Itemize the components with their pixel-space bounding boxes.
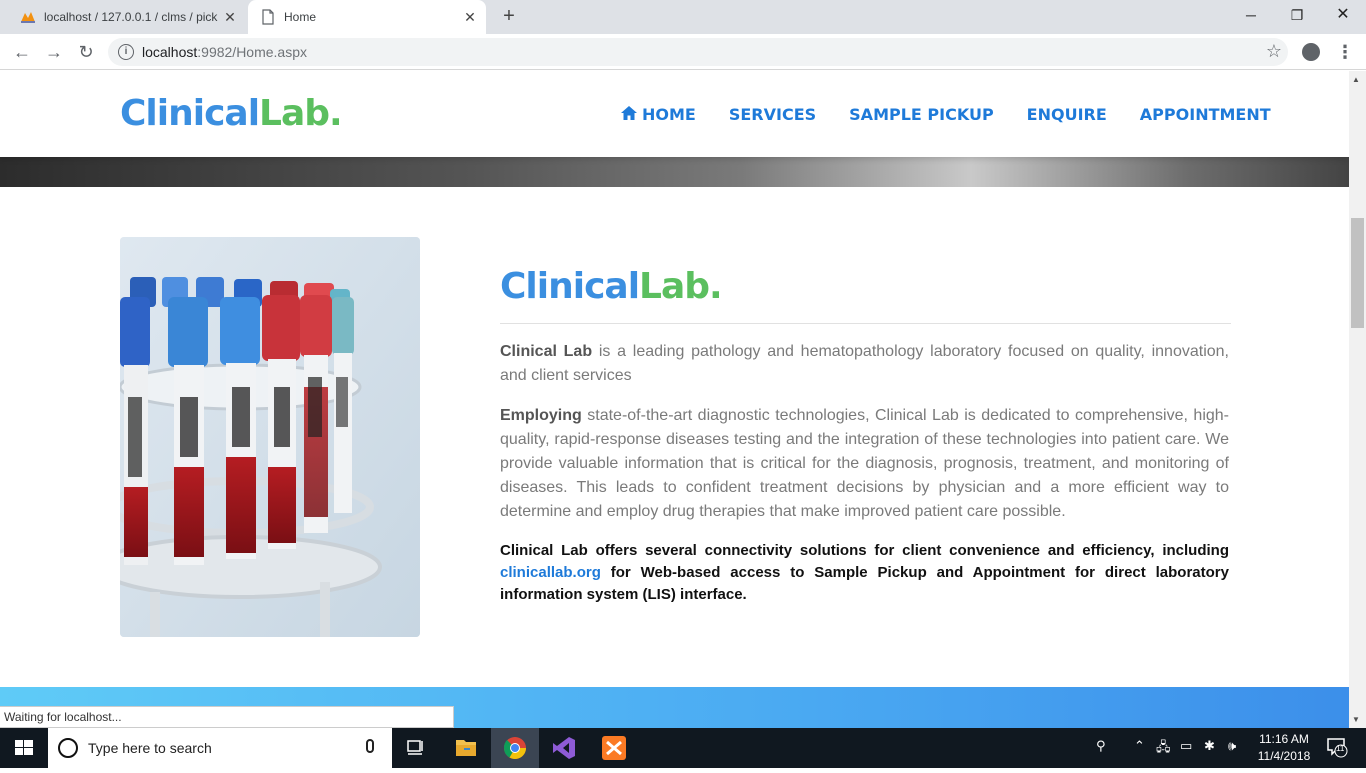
page-scrollbar[interactable]: ▲ ▼ xyxy=(1349,71,1366,728)
page-icon xyxy=(262,9,274,25)
tab-title: localhost / 127.0.0.1 / clms / pick xyxy=(44,10,218,24)
site-header: ClinicalLab. HOME SERVICES SAMPLE PICKUP… xyxy=(0,71,1349,157)
about-paragraph-1: Clinical Lab is a leading pathology and … xyxy=(500,343,1229,384)
blood-sample-tubes-image xyxy=(120,237,420,637)
xampp-icon xyxy=(602,736,626,760)
clock-date: 11/4/2018 xyxy=(1257,749,1311,763)
home-icon xyxy=(621,106,637,120)
profile-avatar-icon[interactable] xyxy=(1302,43,1320,61)
network-drive-icon[interactable]: 🖧 xyxy=(1156,738,1171,760)
close-window-button[interactable]: ✕ xyxy=(1320,0,1366,30)
scroll-thumb[interactable] xyxy=(1351,218,1364,328)
browser-status-bubble: Waiting for localhost... xyxy=(0,706,454,728)
main-nav: HOME SERVICES SAMPLE PICKUP ENQUIRE APPO… xyxy=(620,105,1271,124)
nav-enquire[interactable]: ENQUIRE xyxy=(1027,105,1107,124)
folder-icon xyxy=(456,740,476,756)
chrome-icon xyxy=(503,737,526,759)
nav-sample-pickup[interactable]: SAMPLE PICKUP xyxy=(849,105,994,124)
microphone-icon[interactable] xyxy=(366,739,374,753)
tab-phpmyadmin[interactable]: localhost / 127.0.0.1 / clms / pick ✕ xyxy=(8,0,246,34)
forward-button[interactable]: → xyxy=(42,40,66,64)
tab-title: Home xyxy=(284,10,317,24)
cortana-icon xyxy=(58,738,78,758)
minimize-button[interactable]: ─ xyxy=(1228,0,1274,30)
nav-home[interactable]: HOME xyxy=(620,105,696,124)
wifi-icon[interactable]: ✱ xyxy=(1204,738,1215,754)
back-button[interactable]: ← xyxy=(10,40,34,64)
address-bar[interactable]: i localhost:9982/Home.aspx ☆ xyxy=(108,38,1288,66)
taskbar-clock[interactable]: 11:16 AM 11/4/2018 xyxy=(1248,731,1320,765)
reload-button[interactable]: ↻ xyxy=(74,40,98,64)
nav-appointment[interactable]: APPOINTMENT xyxy=(1140,105,1271,124)
browser-toolbar: ← → ↻ i localhost:9982/Home.aspx ☆ ⋮ xyxy=(0,34,1366,70)
about-logo: ClinicalLab. xyxy=(500,266,723,307)
notification-count: 11 xyxy=(1336,744,1345,753)
divider xyxy=(500,323,1231,324)
info-icon[interactable]: i xyxy=(118,44,134,60)
about-paragraph-2: Employing state-of-the-art diagnostic te… xyxy=(500,407,1229,520)
nav-services[interactable]: SERVICES xyxy=(729,105,816,124)
close-tab-icon[interactable]: ✕ xyxy=(460,9,480,26)
taskbar-chrome[interactable] xyxy=(491,728,539,768)
clinicallab-link[interactable]: clinicallab.org xyxy=(500,564,601,581)
about-section: ClinicalLab. Clinical Lab is a leading p… xyxy=(500,261,1231,606)
scroll-up-arrow-icon[interactable]: ▲ xyxy=(1352,75,1360,84)
taskbar-search-box[interactable]: Type here to search xyxy=(48,728,392,768)
taskbar-xampp[interactable] xyxy=(590,728,638,768)
clock-time: 11:16 AM xyxy=(1259,732,1309,746)
tab-home[interactable]: Home ✕ xyxy=(248,0,486,34)
taskbar-visual-studio[interactable] xyxy=(540,728,588,768)
action-center-icon[interactable]: 11 xyxy=(1326,736,1348,761)
bookmark-star-icon[interactable]: ☆ xyxy=(1266,41,1282,62)
task-view-button[interactable] xyxy=(392,728,440,768)
close-tab-icon[interactable]: ✕ xyxy=(220,9,240,26)
people-icon[interactable]: ⚲ xyxy=(1096,738,1106,754)
scroll-down-arrow-icon[interactable]: ▼ xyxy=(1352,715,1360,724)
start-button[interactable] xyxy=(0,728,48,768)
show-hidden-icons-chevron-icon[interactable]: ⌃ xyxy=(1134,738,1145,754)
windows-logo-icon xyxy=(15,740,33,755)
phpmyadmin-favicon-icon xyxy=(21,12,35,23)
browser-tab-strip: localhost / 127.0.0.1 / clms / pick ✕ Ho… xyxy=(0,0,1366,34)
windows-taskbar: Type here to search ⚲ ⌃ 🖧 ▭ ✱ 🕪 11:16 AM… xyxy=(0,728,1366,768)
browser-menu-icon[interactable]: ⋮ xyxy=(1336,42,1354,63)
hero-banner-strip xyxy=(0,157,1349,187)
page-viewport: ClinicalLab. HOME SERVICES SAMPLE PICKUP… xyxy=(0,71,1349,728)
about-paragraph-3: Clinical Lab offers several connectivity… xyxy=(500,542,1229,603)
volume-icon[interactable]: 🕪 xyxy=(1228,738,1236,754)
battery-icon[interactable]: ▭ xyxy=(1180,738,1192,754)
new-tab-button[interactable]: + xyxy=(498,6,520,28)
site-logo[interactable]: ClinicalLab. xyxy=(120,93,343,134)
maximize-button[interactable]: ❐ xyxy=(1274,0,1320,30)
taskbar-file-explorer[interactable] xyxy=(442,728,490,768)
url-text: localhost:9982/Home.aspx xyxy=(142,44,307,60)
task-view-icon xyxy=(407,740,423,755)
search-placeholder: Type here to search xyxy=(88,740,212,756)
visual-studio-icon xyxy=(553,737,575,759)
